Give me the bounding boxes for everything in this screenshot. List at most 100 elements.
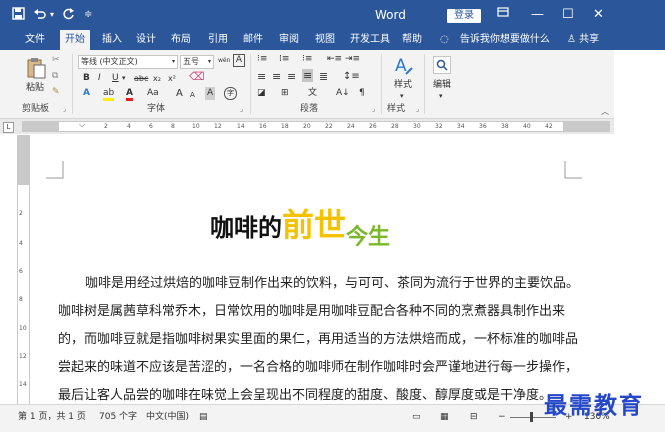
search-icon[interactable] xyxy=(433,56,451,78)
align-left-icon[interactable]: ≡ xyxy=(257,70,266,83)
watermark-text: 最需教育 xyxy=(544,392,644,419)
indent-marker-icon[interactable]: ⌵ xyxy=(79,120,85,130)
enclose-char-button[interactable]: 字 xyxy=(224,87,237,100)
distributed-icon[interactable]: ≣ xyxy=(319,70,328,83)
shrink-font-button[interactable]: A xyxy=(190,89,195,102)
phonetic-guide-icon[interactable]: wén xyxy=(218,53,230,67)
page-count[interactable]: 第 1 页，共 1 页 xyxy=(18,410,86,424)
copy-icon[interactable]: ⧉ xyxy=(52,70,58,83)
bold-button[interactable]: B xyxy=(83,72,90,85)
maximize-button[interactable]: ☐ xyxy=(562,6,574,24)
person-icon: ♙ xyxy=(567,34,576,45)
text-effect-button[interactable]: A xyxy=(83,87,90,100)
tab-references[interactable]: 引用 xyxy=(203,30,233,50)
subscript-button[interactable]: x₂ xyxy=(153,72,161,85)
tell-me-box[interactable]: ◌ 告诉我你想要做什么 xyxy=(440,30,550,50)
clear-formatting-icon[interactable]: ⌫ xyxy=(189,70,205,83)
tab-insert[interactable]: 插入 xyxy=(97,30,127,50)
paragraph-line[interactable]: 咖啡是用经过烘焙的咖啡豆制作出来的饮料，与可可、茶同为流行于世界的主要饮品。 xyxy=(85,276,579,292)
chinese-layout-icon[interactable]: 文 xyxy=(308,87,317,100)
line-spacing-icon[interactable]: ↕≡ xyxy=(343,70,360,83)
paragraph-launcher-icon[interactable]: ⌟ xyxy=(372,105,375,113)
tab-home[interactable]: 开始 xyxy=(60,30,90,51)
tab-mailings[interactable]: 邮件 xyxy=(238,30,268,50)
paste-label[interactable]: 粘贴 xyxy=(26,82,44,95)
font-name-combo[interactable]: 等线 (中文正文) ▾ xyxy=(78,55,178,69)
tab-selector-icon[interactable]: L xyxy=(3,122,14,133)
read-mode-icon[interactable]: ▭ xyxy=(412,410,421,424)
ruler-tick: 36 xyxy=(479,123,487,130)
save-icon[interactable] xyxy=(12,7,25,25)
customize-qat-icon[interactable]: ≑ xyxy=(84,7,92,23)
paragraph-line[interactable]: 尝起来的味道不应该是苦涩的，一名合格的咖啡师在制作咖啡时会严谨地进行每一步操作， xyxy=(58,360,578,376)
char-shading-button[interactable]: A xyxy=(205,87,216,100)
document-heading[interactable]: 咖啡的前世今生 xyxy=(210,200,390,250)
close-button[interactable]: ✕ xyxy=(593,6,604,24)
word-count[interactable]: 705 个字 xyxy=(99,410,137,424)
shading-icon[interactable]: ◪ xyxy=(257,87,266,100)
minimize-button[interactable]: — xyxy=(531,6,544,24)
ruler-tick: 12 xyxy=(214,123,222,130)
corner-mark-top-left xyxy=(46,161,64,179)
highlight-button[interactable]: ab xyxy=(103,87,115,101)
tab-view[interactable]: 视图 xyxy=(310,30,340,50)
font-color-button[interactable]: A xyxy=(126,87,133,101)
heading-part-2: 前世 xyxy=(282,206,347,244)
redo-icon[interactable] xyxy=(62,7,75,25)
styles-icon[interactable]: A xyxy=(392,54,416,82)
ribbon-display-icon[interactable] xyxy=(497,6,509,24)
multilevel-list-icon[interactable]: ⁝≡ xyxy=(302,53,312,66)
paste-icon[interactable] xyxy=(26,56,46,84)
vertical-ruler[interactable]: 2 4 6 8 10 12 14 xyxy=(17,135,30,404)
underline-dropdown-icon[interactable]: ▾ xyxy=(122,72,126,85)
grow-font-button[interactable]: A xyxy=(176,87,183,100)
undo-icon[interactable] xyxy=(33,7,47,25)
align-right-icon[interactable]: ≡ xyxy=(287,70,296,83)
font-launcher-icon[interactable]: ⌟ xyxy=(240,105,243,113)
collapse-ribbon-icon[interactable]: ︿ xyxy=(601,106,609,117)
chevron-down-icon[interactable]: ▾ xyxy=(400,90,404,103)
font-size-combo[interactable]: 五号 ▾ xyxy=(180,55,214,69)
print-layout-icon[interactable]: ▦ xyxy=(440,410,449,424)
paragraph-line[interactable]: 咖啡树是属茜草科常乔木，日常饮用的咖啡是用咖啡豆配合各种不同的烹煮器具制作出来 xyxy=(58,304,565,320)
borders-icon[interactable]: ⊞ xyxy=(281,87,289,100)
styles-launcher-icon[interactable]: ⌟ xyxy=(416,105,419,113)
strikethrough-button[interactable]: abc xyxy=(134,72,148,85)
paragraph-line[interactable]: 的，而咖啡豆就是指咖啡树果实里面的果仁，再用适当的方法烘焙而成，一杯标准的咖啡品 xyxy=(58,332,578,348)
tab-review[interactable]: 审阅 xyxy=(274,30,304,50)
login-button[interactable]: 登录 xyxy=(447,9,481,23)
web-layout-icon[interactable]: ⊟ xyxy=(470,410,478,424)
macro-record-icon[interactable]: ▤ xyxy=(199,410,208,424)
paragraph-line[interactable]: 最后让客人品尝的咖啡在味觉上会呈现出不同程度的甜度、酸度、醇厚度或是干净度。 xyxy=(58,388,552,402)
align-center-icon[interactable]: ≡ xyxy=(272,70,281,83)
sort-icon[interactable]: A↓ xyxy=(336,87,350,100)
format-painter-icon[interactable]: ✎ xyxy=(52,86,60,99)
tab-developer[interactable]: 开发工具 xyxy=(345,30,395,50)
change-case-button[interactable]: Aa xyxy=(147,87,159,100)
numbering-icon[interactable]: ⁞≡ xyxy=(279,53,289,66)
decrease-indent-icon[interactable]: ⇤≡ xyxy=(327,53,342,66)
tab-design[interactable]: 设计 xyxy=(131,30,161,50)
clipboard-launcher-icon[interactable]: ⌟ xyxy=(63,105,66,113)
increase-indent-icon[interactable]: ⇥≡ xyxy=(345,53,360,66)
char-border-icon[interactable]: A xyxy=(233,54,245,67)
justify-icon[interactable]: ≡ xyxy=(302,69,314,82)
heading-part-3: 今生 xyxy=(346,224,391,250)
cut-icon[interactable]: ✂ xyxy=(52,54,60,67)
tab-layout[interactable]: 布局 xyxy=(166,30,196,50)
horizontal-ruler[interactable]: 2 4 6 8 10 12 14 16 18 20 22 24 26 28 30… xyxy=(22,120,610,132)
show-marks-icon[interactable]: ¶ xyxy=(359,87,365,100)
superscript-button[interactable]: x² xyxy=(168,72,176,85)
underline-button[interactable]: U xyxy=(112,72,119,85)
zoom-out-icon[interactable]: − xyxy=(498,410,506,424)
zoom-slider-thumb[interactable] xyxy=(530,412,533,422)
italic-button[interactable]: I xyxy=(98,72,101,85)
bullets-icon[interactable]: ⁝≡ xyxy=(257,53,267,66)
chevron-down-icon[interactable]: ▾ xyxy=(439,90,443,103)
tab-help[interactable]: 帮助 xyxy=(397,30,427,50)
vruler-tick: 14 xyxy=(19,381,27,388)
undo-dropdown-icon[interactable]: ▾ xyxy=(50,7,54,23)
tab-file[interactable]: 文件 xyxy=(20,30,50,50)
language-indicator[interactable]: 中文(中国) xyxy=(146,410,189,424)
share-button[interactable]: ♙ 共享 xyxy=(567,30,599,50)
